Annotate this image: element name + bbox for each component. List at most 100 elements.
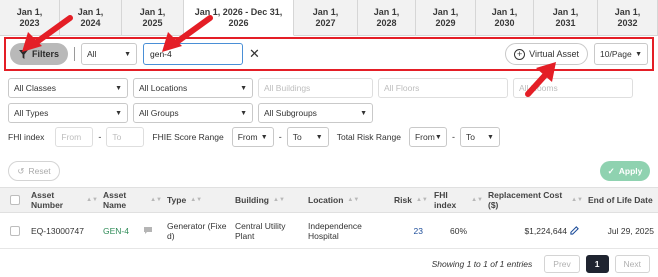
replacement-cost-value: $1,224,644 <box>524 225 567 236</box>
tab-2031[interactable]: Jan 1, 2031 <box>534 0 598 36</box>
cell-end-of-life: Jul 29, 2025 <box>607 225 654 236</box>
asset-name-link[interactable]: GEN-4 <box>103 226 129 236</box>
fhie-from-select[interactable]: From ▼ <box>231 127 274 147</box>
floors-value: All Floors <box>384 83 420 93</box>
col-asset-number[interactable]: Asset Number ▲▼ <box>26 190 98 210</box>
prev-page-button[interactable]: Prev <box>544 255 580 273</box>
cell-asset-number: EQ-13000747 <box>31 225 84 236</box>
filter-funnel-icon <box>18 49 28 59</box>
chevron-down-icon: ▼ <box>115 109 122 117</box>
fhie-from-value: From <box>237 132 258 142</box>
header-label: Replacement Cost ($) <box>488 190 563 210</box>
tab-2032[interactable]: Jan 1, 2032 <box>598 0 658 36</box>
col-asset-name[interactable]: Asset Name ▲▼ <box>98 190 162 210</box>
subgroups-select[interactable]: All Subgroups ▼ <box>258 103 373 123</box>
fhi-to-placeholder: To <box>112 132 122 142</box>
rooms-select[interactable]: All Rooms <box>513 78 633 98</box>
subgroups-value: All Subgroups <box>264 108 317 118</box>
tab-2026[interactable]: Jan 1, 2026 - Dec 31, 2026 <box>184 0 294 36</box>
sort-icon: ▲▼ <box>190 197 203 203</box>
clear-search-icon[interactable]: ✕ <box>249 46 260 62</box>
header-label: Asset Number <box>31 190 64 210</box>
filter-row-location: All Classes ▼ All Locations ▼ All Building… <box>8 78 633 98</box>
floors-select[interactable]: All Floors <box>378 78 508 98</box>
entries-summary: Showing 1 to 1 of 1 entries <box>431 259 533 269</box>
fhie-to-value: To <box>292 132 302 142</box>
cell-building: Central Utility Plant <box>235 220 286 241</box>
risk-from-select[interactable]: From ▼ <box>408 127 447 147</box>
page-1-button[interactable]: 1 <box>585 255 609 273</box>
comment-icon[interactable] <box>143 226 153 235</box>
row-checkbox-cell[interactable] <box>0 225 26 236</box>
check-icon: ✓ <box>607 165 615 176</box>
year-tabs: Jan 1, 2023 Jan 1, 2024 Jan 1, 2025 Jan … <box>0 0 658 36</box>
col-replacement-cost[interactable]: Replacement Cost ($) ▲▼ <box>483 190 583 210</box>
edit-icon[interactable] <box>570 226 579 235</box>
filter-row-ranges: FHI index From - To FHIE Score Range Fro… <box>8 127 500 147</box>
select-all-checkbox[interactable] <box>10 195 20 205</box>
cell-type: Generator (Fixe d) <box>167 220 227 241</box>
cell-replacement-cost: $1,224,644 <box>483 226 583 236</box>
classes-value: All Classes <box>14 83 57 93</box>
chevron-down-icon: ▼ <box>635 50 642 58</box>
tab-2028[interactable]: Jan 1, 2028 <box>358 0 416 36</box>
cell-asset-name: GEN-4 <box>98 226 162 236</box>
add-virtual-asset-button[interactable]: + Virtual Asset <box>505 43 588 65</box>
cell-fhi-index: 60% <box>449 225 467 236</box>
filter-row-type: All Types ▼ All Groups ▼ All Subgroups ▼ <box>8 103 373 123</box>
risk-to-select[interactable]: To ▼ <box>459 127 500 147</box>
types-select[interactable]: All Types ▼ <box>8 103 128 123</box>
scope-select[interactable]: All ▼ <box>81 43 137 65</box>
tab-2023[interactable]: Jan 1, 2023 <box>0 0 60 36</box>
fhi-to-input[interactable]: To <box>106 127 145 147</box>
page-size-value: 10/Page <box>600 49 632 59</box>
fhi-from-input[interactable]: From <box>55 127 94 147</box>
sort-icon: ▲▼ <box>150 197 162 203</box>
buildings-value: All Buildings <box>264 83 311 93</box>
apply-label: Apply <box>618 166 643 176</box>
col-type[interactable]: Type ▲▼ <box>162 195 230 205</box>
fhie-score-label: FHIE Score Range <box>152 132 224 142</box>
select-all-checkbox-cell[interactable] <box>0 195 26 205</box>
col-risk[interactable]: Risk ▲▼ <box>389 195 429 205</box>
buildings-select[interactable]: All Buildings <box>258 78 373 98</box>
chevron-down-icon: ▼ <box>434 133 442 141</box>
table-row[interactable]: EQ-13000747 GEN-4 Generator (Fixe d) Cen… <box>0 213 658 249</box>
header-label: Asset Name <box>103 190 127 210</box>
search-input[interactable]: gen-4 <box>143 43 243 65</box>
classes-select[interactable]: All Classes ▼ <box>8 78 128 98</box>
col-location[interactable]: Location ▲▼ <box>303 195 389 205</box>
next-page-button[interactable]: Next <box>614 255 650 273</box>
total-risk-label: Total Risk Range <box>336 132 401 142</box>
col-fhi-index[interactable]: FHI index ▲▼ <box>429 190 483 210</box>
cell-risk[interactable]: 23 <box>389 226 429 236</box>
tab-2030[interactable]: Jan 1, 2030 <box>476 0 534 36</box>
tab-2029[interactable]: Jan 1, 2029 <box>416 0 476 36</box>
locations-value: All Locations <box>139 83 188 93</box>
filters-button[interactable]: Filters <box>10 43 68 65</box>
reset-button[interactable]: ↺ Reset <box>8 161 60 181</box>
col-building[interactable]: Building ▲▼ <box>230 195 303 205</box>
header-label: Risk <box>394 195 412 205</box>
fhi-index-label: FHI index <box>8 132 45 142</box>
locations-select[interactable]: All Locations ▼ <box>133 78 253 98</box>
chevron-down-icon: ▼ <box>124 50 131 58</box>
sort-icon: ▲▼ <box>347 197 360 203</box>
chevron-down-icon: ▼ <box>240 109 247 117</box>
scope-value: All <box>87 49 97 59</box>
header-label: Building <box>235 195 269 205</box>
filter-toolbar: Filters All ▼ gen-4 ✕ + Virtual Asset 10… <box>4 37 654 71</box>
tab-2024[interactable]: Jan 1, 2024 <box>60 0 122 36</box>
range-dash: - <box>278 132 282 142</box>
pagination-bar: Showing 1 to 1 of 1 entries Prev 1 Next <box>0 252 658 276</box>
fhie-to-select[interactable]: To ▼ <box>286 127 329 147</box>
groups-select[interactable]: All Groups ▼ <box>133 103 253 123</box>
tab-2025[interactable]: Jan 1, 2025 <box>122 0 184 36</box>
sort-icon: ▲▼ <box>86 197 98 203</box>
tab-2027[interactable]: Jan 1, 2027 <box>294 0 358 36</box>
types-value: All Types <box>14 108 49 118</box>
apply-button[interactable]: ✓ Apply <box>600 161 650 181</box>
col-end-of-life[interactable]: End of Life Date <box>583 195 658 205</box>
page-size-select[interactable]: 10/Page ▼ <box>594 43 648 65</box>
row-checkbox[interactable] <box>10 225 20 236</box>
